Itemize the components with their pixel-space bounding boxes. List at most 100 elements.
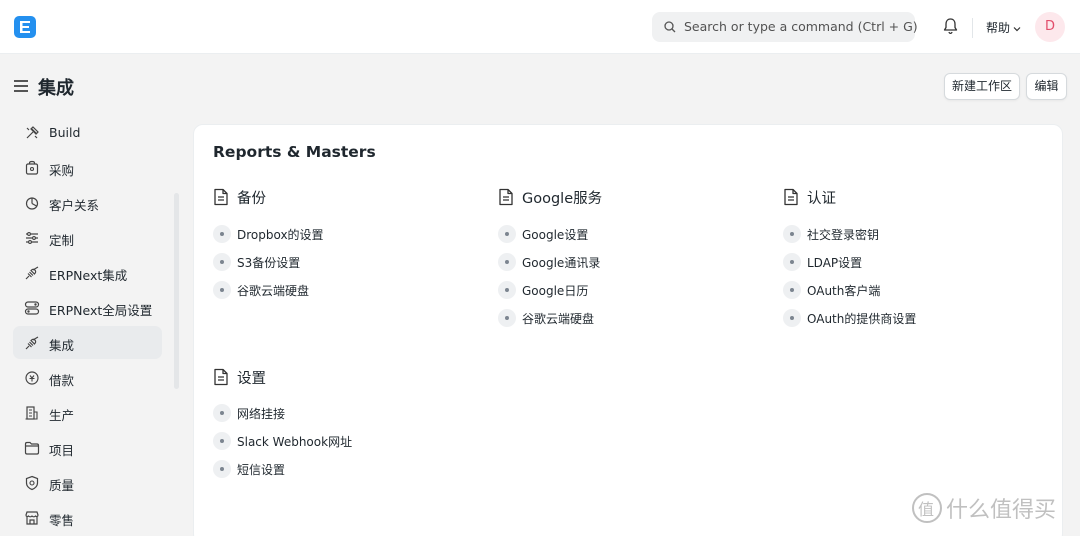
search-bar[interactable]: Search or type a command (Ctrl + G): [652, 12, 918, 42]
link-label: 谷歌云端硬盘: [522, 312, 595, 326]
bullet-dot: [790, 316, 794, 320]
section-title: 设置: [237, 371, 266, 387]
sidebar-item-customize[interactable]: 定制: [13, 221, 162, 254]
page-title: 集成: [38, 78, 74, 99]
document-icon: [784, 188, 798, 206]
link-label: S3备份设置: [237, 256, 301, 270]
sidebar-item-crm[interactable]: 客户关系: [13, 186, 162, 219]
link-label: 谷歌云端硬盘: [237, 284, 310, 298]
new-workspace-button[interactable]: 新建工作区: [944, 73, 1020, 100]
bullet-icon: [498, 281, 516, 299]
tools-icon: [26, 126, 39, 139]
link-label: Dropbox的设置: [237, 228, 324, 242]
bullet-icon: [213, 225, 231, 243]
section-title: 备份: [237, 191, 266, 207]
sidebar-item-erpnext-global-settings[interactable]: ERPNext全局设置: [13, 291, 162, 324]
menu-line: [14, 80, 28, 82]
link-label: Google通讯录: [522, 256, 601, 270]
bullet-dot: [505, 316, 509, 320]
menu-line: [14, 85, 28, 87]
notifications-button[interactable]: [942, 17, 959, 39]
integration-icon: [25, 336, 39, 350]
sidebar-scrollbar[interactable]: [174, 193, 179, 389]
bullet-icon: [213, 404, 231, 422]
bullet-dot: [220, 467, 224, 471]
link-label: 社交登录密钥: [807, 228, 880, 242]
sidebar-item-retail[interactable]: 零售: [13, 501, 162, 534]
loan-icon: [25, 371, 39, 385]
section-title: 认证: [807, 191, 836, 207]
sidebar-item-loan[interactable]: 借款: [13, 361, 162, 394]
document-icon: [499, 188, 513, 206]
link-label: Google设置: [522, 228, 589, 242]
user-avatar[interactable]: D: [1035, 12, 1065, 42]
sidebar-item-label: ERPNext全局设置: [49, 303, 153, 318]
link-label: LDAP设置: [807, 256, 863, 270]
watermark: 值什么值得买: [912, 492, 1056, 524]
sidebar-toggle-button[interactable]: [14, 80, 28, 92]
crm-icon: [25, 197, 39, 210]
bullet-icon: [213, 432, 231, 450]
link-label: OAuth客户端: [807, 284, 881, 298]
help-dropdown[interactable]: 帮助: [986, 19, 1021, 36]
bullet-icon: [783, 281, 801, 299]
settings-toggle-icon: [24, 301, 40, 315]
bullet-icon: [783, 253, 801, 271]
bullet-dot: [505, 288, 509, 292]
bullet-icon: [498, 309, 516, 327]
watermark-logo-icon: 值: [912, 493, 942, 523]
sidebar-item-projects[interactable]: 项目: [13, 431, 162, 464]
watermark-text: 什么值得买: [946, 498, 1057, 523]
sidebar-item-manufacturing[interactable]: 生产: [13, 396, 162, 429]
document-icon: [214, 188, 228, 206]
sidebar-item-label: 采购: [49, 163, 75, 178]
section-title: Google服务: [522, 191, 603, 207]
document-icon: [214, 368, 228, 386]
store-icon: [25, 511, 39, 525]
navbar-divider: [972, 18, 973, 38]
customize-icon: [26, 232, 38, 244]
sidebar-item-label: 客户关系: [49, 198, 100, 213]
sidebar-item-label: 借款: [49, 373, 75, 388]
sidebar-item-label: 定制: [49, 233, 75, 248]
search-placeholder: Search or type a command (Ctrl + G): [684, 19, 918, 34]
sidebar-item-label: 质量: [49, 478, 75, 493]
sidebar-item-label: ERPNext集成: [49, 268, 128, 283]
reports-masters-card: [193, 124, 1063, 536]
sidebar-item-integrations[interactable]: 集成: [13, 326, 162, 359]
bullet-dot: [220, 232, 224, 236]
sidebar-item-quality[interactable]: 质量: [13, 466, 162, 499]
bullet-dot: [790, 232, 794, 236]
sidebar-item-label: 零售: [49, 513, 75, 528]
bullet-icon: [498, 225, 516, 243]
bullet-dot: [220, 288, 224, 292]
link-label: Slack Webhook网址: [237, 435, 353, 449]
sidebar-item-label: 集成: [49, 338, 75, 353]
shield-icon: [25, 475, 39, 491]
sidebar-item-erpnext-integration[interactable]: ERPNext集成: [13, 256, 162, 289]
sidebar-item-purchase[interactable]: 采购: [13, 151, 162, 184]
bullet-dot: [505, 232, 509, 236]
card-title: Reports & Masters: [213, 143, 376, 161]
link-label: Google日历: [522, 284, 589, 298]
link-label: OAuth的提供商设置: [807, 312, 917, 326]
sidebar-item-build[interactable]: Build: [13, 116, 162, 149]
edit-button[interactable]: 编辑: [1026, 73, 1067, 100]
bell-icon: [943, 18, 958, 35]
bullet-dot: [790, 260, 794, 264]
building-icon: [25, 406, 38, 420]
sidebar-item-label: 生产: [49, 408, 75, 423]
app-logo[interactable]: [14, 16, 36, 38]
bullet-dot: [505, 260, 509, 264]
bullet-icon: [213, 281, 231, 299]
help-label: 帮助: [986, 21, 1011, 35]
purchase-icon: [25, 160, 39, 175]
folder-icon: [24, 441, 40, 455]
link-label: 短信设置: [237, 463, 286, 477]
bullet-dot: [220, 411, 224, 415]
integration-icon: [25, 266, 39, 280]
sidebar-item-label: Build: [49, 125, 81, 140]
bullet-dot: [220, 260, 224, 264]
bullet-icon: [498, 253, 516, 271]
bullet-icon: [783, 225, 801, 243]
